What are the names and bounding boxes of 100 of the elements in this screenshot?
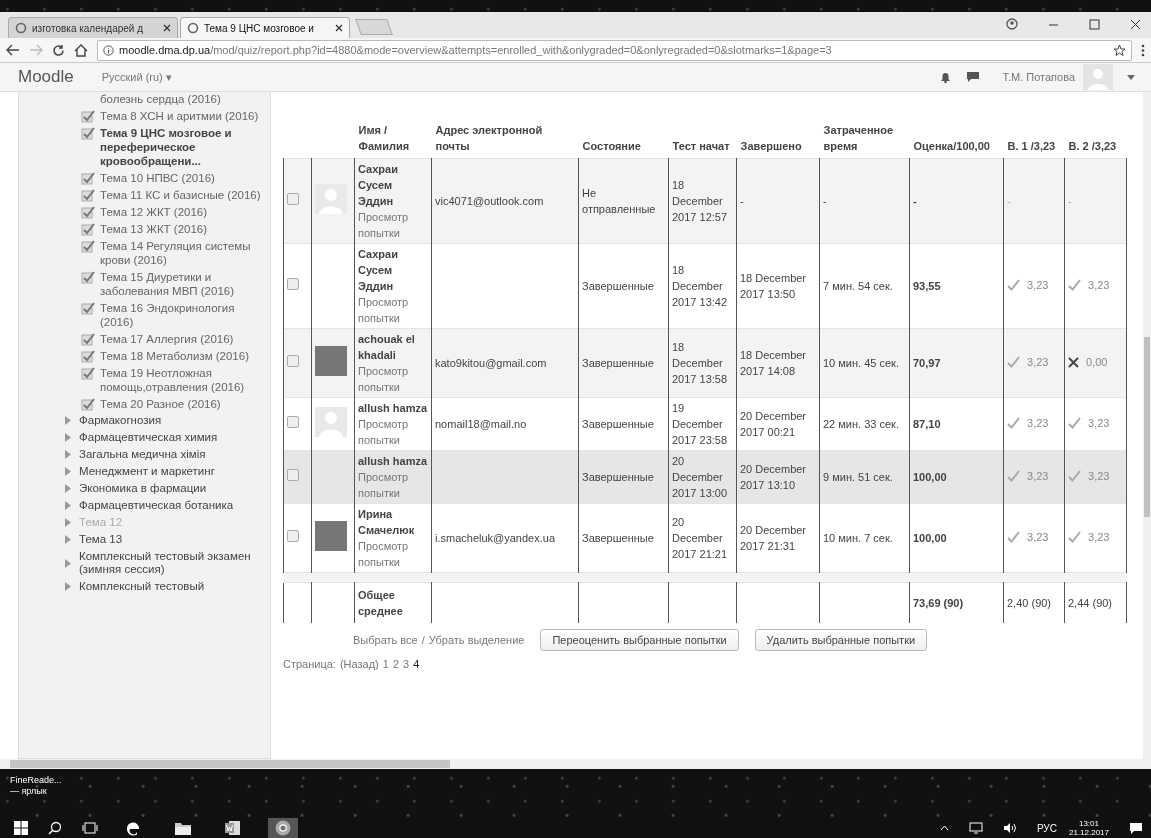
clock[interactable]: 13:01 21.12.2017 <box>1068 819 1109 837</box>
close-icon[interactable] <box>1130 18 1141 30</box>
menu-icon[interactable] <box>1141 43 1145 57</box>
question-mark-text[interactable]: 3,23 <box>1088 277 1110 294</box>
review-attempt-link[interactable]: Просмотр попытки <box>358 294 428 326</box>
column-header[interactable]: В. 2 /3,23 <box>1068 138 1123 154</box>
section-link[interactable]: Экономика в фармации <box>65 482 264 495</box>
user-name[interactable]: Ирина Смачелюк <box>358 506 428 538</box>
volume-icon[interactable] <box>1002 822 1017 834</box>
bookmark-star-icon[interactable] <box>1113 43 1126 57</box>
question-mark-text[interactable]: 3,23 <box>1027 415 1049 432</box>
bell-icon[interactable] <box>939 70 953 84</box>
desktop-shortcut-label[interactable]: FineReade... <box>10 775 62 786</box>
page-link[interactable]: 3 <box>403 658 410 670</box>
select-all-link[interactable]: Выбрать все <box>353 634 418 646</box>
review-attempt-link[interactable]: Просмотр попытки <box>358 363 428 395</box>
activity-link[interactable]: Тема 12 ЖКТ (2016) <box>81 205 264 219</box>
grade-text[interactable]: 100,00 <box>913 469 947 485</box>
previous-page-link[interactable]: (Назад) <box>339 658 379 670</box>
activity-link[interactable]: Тема 8 ХСН и аритмии (2016) <box>81 109 264 123</box>
grade-text[interactable]: - <box>913 193 917 209</box>
page-link[interactable]: 2 <box>392 658 399 670</box>
desktop-shortcut-label[interactable]: — ярлык <box>10 786 47 797</box>
column-header[interactable]: Оценка/100,00 <box>913 138 1000 154</box>
activity-link[interactable]: Тема 18 Метаболизм (2016) <box>81 349 264 363</box>
row-checkbox[interactable] <box>287 469 299 481</box>
user-name[interactable]: Сахраи Сусем Эддин <box>358 246 428 294</box>
column-header[interactable]: Затраченное время <box>823 122 906 154</box>
activity-link[interactable]: Тема 17 Аллергия (2016) <box>81 332 264 346</box>
browser-tab[interactable]: Тема 9 ЦНС мозговое и <box>180 17 350 38</box>
column-header[interactable]: Тест начат <box>672 138 733 154</box>
site-brand[interactable]: Moodle <box>18 67 74 87</box>
review-attempt-link[interactable]: Просмотр попытки <box>358 209 428 241</box>
activity-link[interactable]: Тема 10 НПВС (2016) <box>81 171 264 185</box>
address-field[interactable]: moodle.dma.dp.ua/mod/quiz/report.php?id=4880&mode=overview&attempts=enrolled_with&onlygraded=0&onlyregraded=0&slotmarks=1&page=3 <box>97 39 1132 61</box>
section-link[interactable]: Фармакогнозия <box>65 414 264 427</box>
user-name[interactable]: allush hamza <box>358 453 428 469</box>
user-name[interactable]: achouak el khadali <box>358 331 428 363</box>
row-checkbox[interactable] <box>287 355 299 367</box>
back-icon[interactable] <box>6 44 20 56</box>
reload-icon[interactable] <box>52 43 65 57</box>
section-link[interactable]: Комплексный тестовый экзамен (зимняя сессия) <box>65 550 264 576</box>
action-button[interactable]: Переоценить выбранные попытки <box>540 629 739 651</box>
profile-icon[interactable] <box>1006 18 1018 30</box>
activity-link[interactable]: Тема 13 ЖКТ (2016) <box>81 222 264 236</box>
section-link[interactable]: Фармацевтическая химия <box>65 431 264 444</box>
close-icon[interactable] <box>163 24 171 32</box>
activity-link[interactable]: Тема 20 Разное (2016) <box>81 397 264 411</box>
activity-link[interactable]: Тема 9 ЦНС мозговое и переферическое кровообращени... <box>81 126 264 168</box>
question-mark-text[interactable]: 3,23 <box>1088 415 1110 432</box>
activity-link[interactable]: Тема 16 Эндокринология (2016) <box>81 301 264 329</box>
question-mark-text[interactable]: 3,23 <box>1027 529 1049 546</box>
chat-icon[interactable] <box>966 71 981 83</box>
browser-tab[interactable]: изготовка календарей д <box>8 17 178 38</box>
row-checkbox[interactable] <box>287 530 299 542</box>
activity-link[interactable]: Тема 14 Регуляция системы крови (2016) <box>81 239 264 267</box>
section-link[interactable]: Тема 13 <box>65 533 264 546</box>
home-icon[interactable] <box>74 43 88 57</box>
activity-link[interactable]: Тема 11 КС и базисные (2016) <box>81 188 264 202</box>
section-link[interactable]: Менеджмент и маркетинг <box>65 465 264 478</box>
row-checkbox[interactable] <box>287 278 299 290</box>
round-browser-icon[interactable] <box>268 818 298 838</box>
column-header[interactable]: Имя / Фамилия <box>358 122 428 154</box>
section-link[interactable]: Комплексный тестовый <box>65 580 264 593</box>
section-link[interactable]: Фармацевтическая ботаника <box>65 499 264 512</box>
network-icon[interactable] <box>968 822 983 834</box>
row-checkbox[interactable] <box>287 416 299 428</box>
start-icon[interactable] <box>14 818 28 838</box>
grade-text[interactable]: 100,00 <box>913 530 947 546</box>
row-checkbox[interactable] <box>287 193 299 205</box>
activity-link[interactable]: Тема 15 Диуретики и заболевания МВП (2016) <box>81 270 264 298</box>
review-attempt-link[interactable]: Просмотр попытки <box>358 469 428 501</box>
notification-icon[interactable] <box>1129 821 1143 835</box>
activity-link[interactable]: Тема 19 Неотложная помощь,отравления (2016) <box>81 366 264 394</box>
grade-text[interactable]: 87,10 <box>913 416 941 432</box>
maximize-icon[interactable] <box>1089 18 1100 30</box>
section-link[interactable]: Загальна медична хімія <box>65 448 264 461</box>
user-name[interactable]: allush hamza <box>358 400 428 416</box>
column-header[interactable]: В. 1 /3,23 <box>1007 138 1061 154</box>
column-header[interactable]: Состояние <box>582 138 665 154</box>
review-attempt-link[interactable]: Просмотр попытки <box>358 538 428 570</box>
user-name[interactable]: Сахраи Сусем Эддин <box>358 161 428 209</box>
grade-text[interactable]: 70,97 <box>913 355 941 371</box>
question-mark-text[interactable]: 3,23 <box>1027 277 1049 294</box>
review-attempt-link[interactable]: Просмотр попытки <box>358 416 428 448</box>
deselect-link[interactable]: Убрать выделение <box>428 634 525 646</box>
caret-icon[interactable] <box>939 825 949 831</box>
scrollbar-thumb[interactable] <box>1144 337 1150 517</box>
question-mark-text[interactable]: 3,23 <box>1088 529 1110 546</box>
grade-text[interactable]: 93,55 <box>913 278 941 294</box>
column-header[interactable]: Адрес электронной почты <box>435 122 575 154</box>
action-button[interactable]: Удалить выбранные попытки <box>754 629 928 651</box>
activity-link[interactable]: болезнь сердца (2016) <box>81 92 264 106</box>
page-link[interactable]: 1 <box>382 658 389 670</box>
user-name[interactable]: Т.М. Потапова <box>1002 71 1075 83</box>
page-link[interactable]: 4 <box>413 658 420 670</box>
scrollbar-thumb[interactable] <box>10 760 450 768</box>
input-language[interactable]: РУС <box>1036 822 1057 834</box>
column-header[interactable]: Завершено <box>740 138 816 154</box>
close-icon[interactable] <box>335 24 343 32</box>
